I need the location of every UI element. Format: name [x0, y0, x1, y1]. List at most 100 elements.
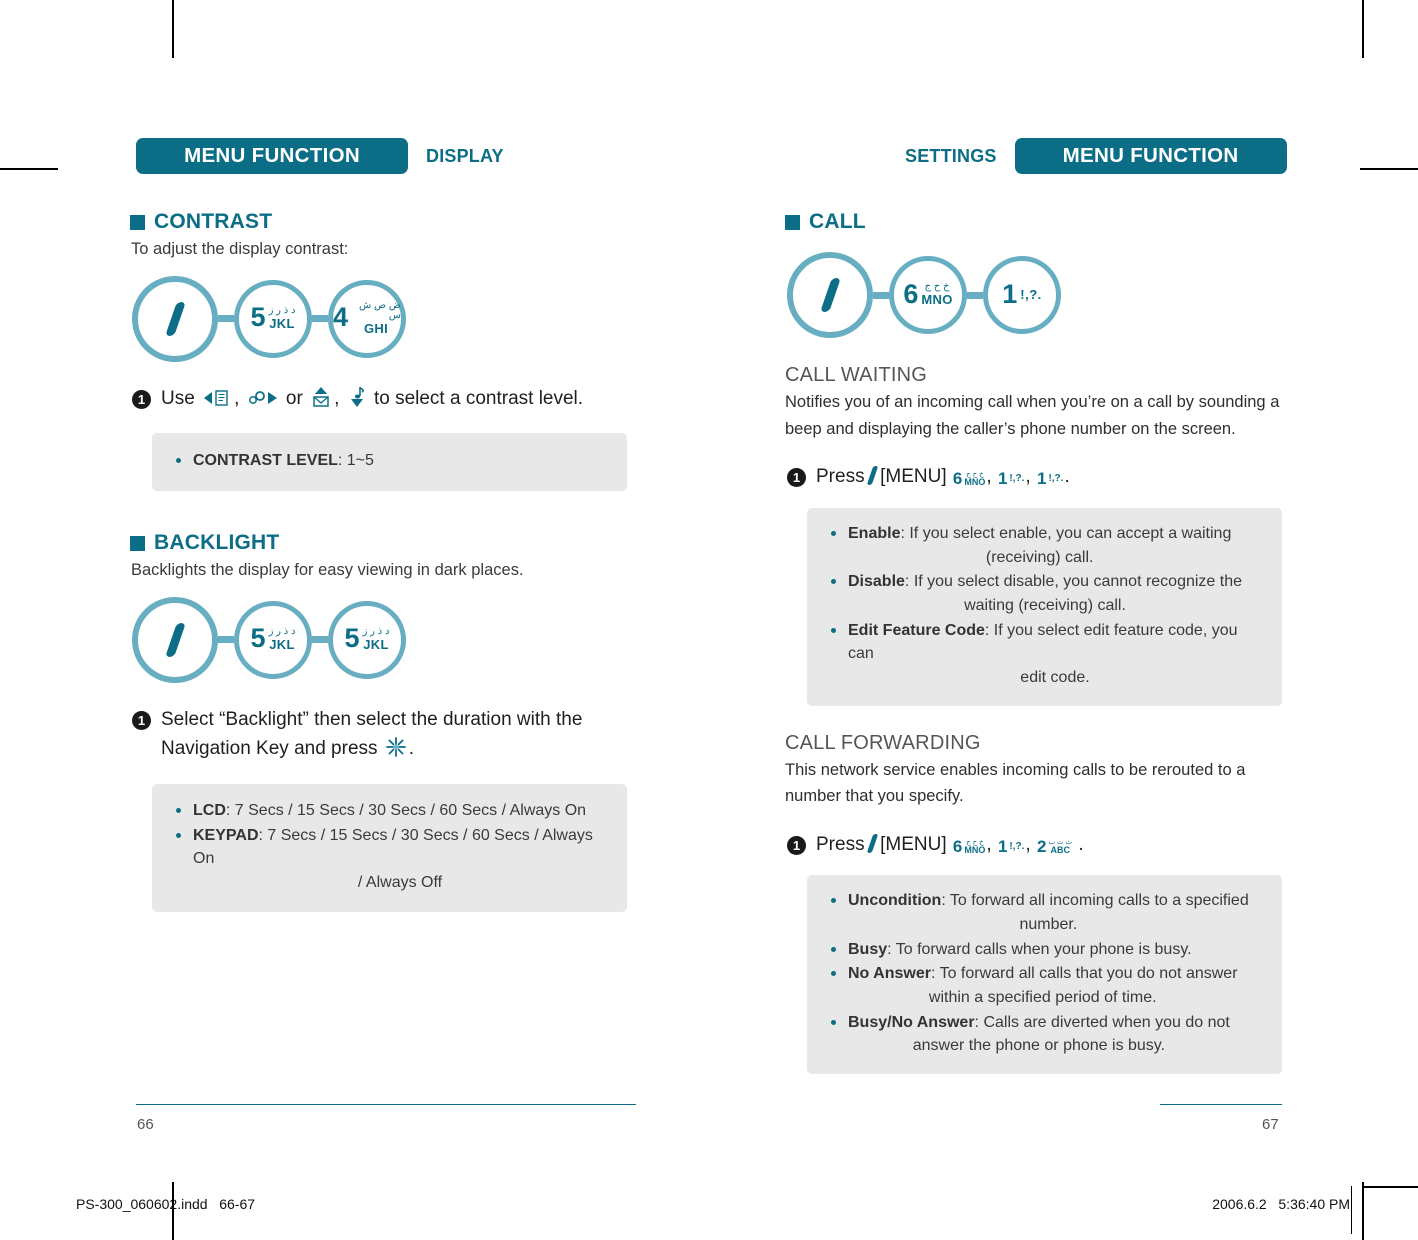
note-text: : To forward calls when your phone is bu… [887, 940, 1192, 958]
call-forwarding-note-box: Uncondition: To forward all incoming cal… [807, 875, 1282, 1075]
key-number: 4 [333, 302, 349, 333]
crop-mark-top-left [172, 0, 174, 58]
call-heading: CALL [785, 210, 1385, 234]
note-content: Enable: If you select enable, you can ac… [848, 522, 1231, 569]
note-row: LCD: 7 Secs / 15 Secs / 30 Secs / 60 Sec… [172, 799, 607, 823]
inline-key-1: 1!,?. [998, 838, 1024, 855]
key-number: 2 [1036, 837, 1047, 857]
step-comma-1: , [986, 466, 992, 488]
call-waiting-body: Notifies you of an incoming call when yo… [785, 393, 1280, 438]
note-continuation: edit code. [1020, 668, 1090, 686]
bullet-icon [176, 807, 181, 813]
key-number: 1 [1002, 278, 1018, 309]
note-content: Disable: If you select disable, you cann… [848, 570, 1242, 617]
step-prefix: Press [816, 466, 865, 488]
key-circle-5b: 5 د ذ ر ز JKL [328, 600, 406, 679]
step-suffix: to select a contrast level. [373, 387, 584, 409]
key-number: 6 [952, 837, 963, 857]
left-page-rule [136, 1104, 636, 1105]
key-arabic: خ ح ج [924, 281, 950, 292]
step-line-2-suffix: . [408, 738, 415, 760]
slash-icon [164, 301, 186, 336]
note-continuation: number. [1019, 916, 1078, 934]
key-number: 1 [997, 837, 1008, 857]
step-text: Press [MENU] 6خ ح ج MNO, 1!,?., 2ث ت ب ABC… [816, 830, 1084, 859]
note-row: Edit Feature Code: If you select edit fe… [827, 619, 1262, 690]
square-bullet-icon [130, 535, 145, 551]
slash-icon [164, 622, 186, 657]
footer-rule-right [1362, 1186, 1418, 1188]
slash-icon [819, 278, 841, 312]
note-text: : Calls are diverted when you do not [974, 1013, 1230, 1031]
key-circle-4: 4 ض ص ش س GHI [328, 279, 406, 358]
note-label: CONTRAST LEVEL [193, 452, 338, 470]
footer-divider-right [1351, 1186, 1352, 1234]
left-header-subtitle: DISPLAY [426, 145, 504, 166]
step-comma-1: , [986, 834, 992, 856]
inline-key-1a: 1!,?. [998, 470, 1024, 487]
menu-key-circle [132, 596, 218, 683]
print-footer-timestamp: 2006.6.2 5:36:40 PM [1212, 1196, 1350, 1212]
key-circle-5: 5 د ذ ر ز JKL [234, 600, 312, 679]
key-number: 6 [952, 469, 963, 489]
key-arabic: ض ص ش س [359, 299, 401, 321]
note-row: KEYPAD: 7 Secs / 15 Secs / 30 Secs / 60 … [172, 824, 607, 895]
key-punctuation: !,?. [1009, 473, 1025, 485]
contrast-title: CONTRAST [154, 210, 273, 233]
square-bullet-icon [130, 214, 145, 230]
menu-label: [MENU] [880, 466, 947, 488]
note-label: Busy/No Answer [848, 1013, 975, 1031]
menu-label: [MENU] [880, 834, 947, 856]
key-circle-1: 1 !,?. [983, 256, 1061, 334]
key-latin: MNO [921, 292, 953, 307]
crop-mark-left-top [0, 168, 58, 170]
spread-pages: 66-67 [219, 1196, 256, 1212]
note-continuation: / Always Off [357, 873, 443, 891]
step-mid: or [285, 387, 303, 409]
step-text: Select “Backlight” then select the durat… [161, 705, 582, 768]
call-waiting-title: CALL WAITING [785, 364, 928, 386]
note-content: Edit Feature Code: If you select edit fe… [848, 619, 1262, 690]
key-number: 1 [997, 469, 1008, 489]
square-bullet-icon [785, 214, 800, 230]
nav-right-icon [247, 388, 279, 417]
nav-down-icon [347, 386, 367, 417]
step-text: Press [MENU] 6خ ح ج MNO, 1!,?., 1!,?.. [816, 462, 1070, 491]
step-prefix: Press [816, 834, 865, 856]
key-number: 5 [250, 623, 266, 654]
nav-left-icon [202, 388, 232, 417]
call-forwarding-step-1: 1 Press [MENU] 6خ ح ج MNO, 1!,?., 2ث ت بA… [787, 830, 1385, 859]
timestamp-time: 5:36:40 PM [1278, 1196, 1350, 1212]
right-page-header: SETTINGS MENU FUNCTION [905, 138, 1287, 174]
inline-key-1b: 1!,?. [1037, 470, 1063, 487]
key-latin: MNO [964, 844, 986, 855]
step-line-2-prefix: Navigation Key and press [161, 738, 378, 760]
step-text: Use , or , to select a contrast level. [161, 384, 583, 417]
note-row: Busy/No Answer: Calls are diverted when … [827, 1011, 1262, 1058]
step-number: 1 [787, 836, 806, 856]
bullet-icon [831, 971, 836, 977]
note-label: Disable [848, 573, 905, 591]
note-content: CONTRAST LEVEL: 1~5 [193, 449, 374, 473]
key-circle-5: 5 د ذ ر ز JKL [234, 279, 312, 358]
call-title: CALL [809, 210, 866, 233]
slash-icon [866, 466, 879, 486]
key-latin: JKL [363, 636, 389, 652]
note-continuation: (receiving) call. [985, 548, 1094, 566]
menu-key-circle [132, 275, 218, 362]
bullet-icon [831, 579, 836, 585]
key-connector [218, 636, 234, 644]
inline-key-6: 6خ ح ج MNO [953, 470, 985, 487]
key-number: 6 [903, 278, 919, 309]
note-content: Busy: To forward calls when your phone i… [848, 938, 1192, 962]
note-row: Uncondition: To forward all incoming cal… [827, 889, 1262, 936]
note-text: : If you select disable, you cannot reco… [904, 573, 1243, 591]
bullet-icon [831, 627, 836, 633]
section-backlight: BACKLIGHT Backlights the display for eas… [130, 531, 730, 912]
menu-key-circle [787, 252, 873, 338]
nav-up-icon [310, 386, 332, 417]
print-footer-filename: PS-300_060602.indd 66-67 [76, 1196, 255, 1212]
bullet-icon [831, 1019, 836, 1025]
backlight-note-box: LCD: 7 Secs / 15 Secs / 30 Secs / 60 Sec… [152, 783, 627, 912]
note-row: CONTRAST LEVEL: 1~5 [172, 449, 607, 473]
